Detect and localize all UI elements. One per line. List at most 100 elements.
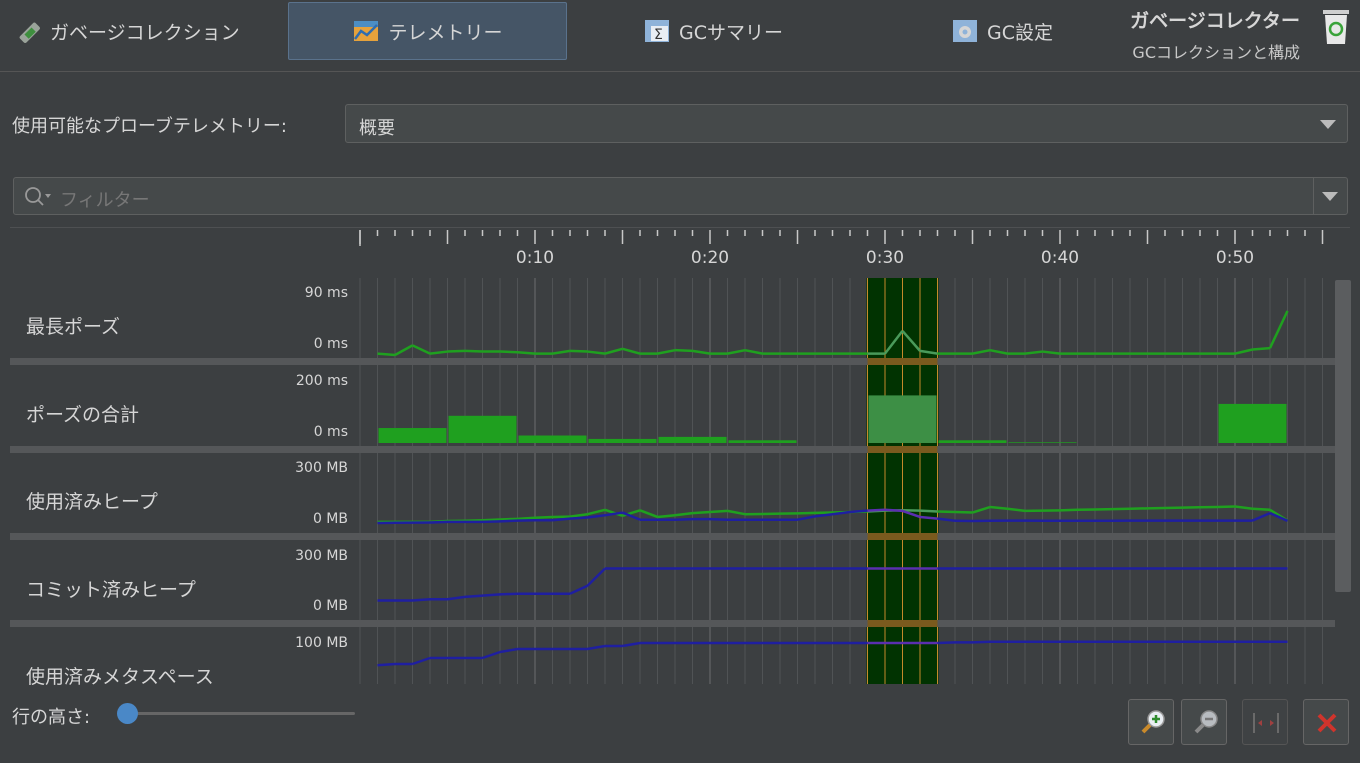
view-title: ガベージコレクター [1130,10,1300,32]
zoom-in-icon [1137,708,1167,742]
filter-field[interactable]: フィルター [13,177,1348,215]
series-segment [727,509,746,516]
row-scale-max: 100 MB [295,635,348,651]
series-segment [499,517,518,521]
series-segment [429,520,448,524]
series-segment [586,567,606,587]
series-segment [517,350,536,355]
garbage-collection-icon [14,17,42,45]
tab-garbage-collection[interactable]: ガベージコレクション [14,2,274,60]
series-segment [482,593,501,597]
row-height-slider-knob[interactable] [117,703,138,724]
zoom-in-button[interactable] [1128,699,1174,745]
pause-total-bar [658,436,727,443]
time-ruler-label: 0:10 [515,248,555,268]
series-segment [1059,508,1078,512]
recycle-bin-icon [1320,6,1352,46]
series-segment [744,348,763,355]
row-scale-max: 300 MB [295,460,348,476]
series-segment [587,508,606,516]
series-segment [622,347,641,355]
series-segment [849,509,868,514]
series-segment [954,510,973,514]
pause-total-bar [518,435,587,443]
row-separator[interactable] [10,358,1335,365]
view-tab-bar: ガベージコレクション テレメトリー Σ GCサマリー GC設定 ガベージコレクタ… [0,0,1360,72]
series-segment [989,348,1008,355]
row-height-label: 行の高さ: [12,707,91,728]
series-segment [937,641,956,645]
close-icon [1314,710,1340,740]
series-segment [657,514,676,519]
filter-history-dropdown-icon[interactable] [1322,192,1338,201]
fit-to-window-button[interactable] [1242,699,1288,745]
series-segment [587,350,606,355]
time-ruler-label: 0:30 [865,248,905,268]
time-ruler-label: 0:50 [1215,248,1255,268]
probe-label: 使用可能なプローブテレメトリー: [12,116,287,137]
series-segment [919,515,938,520]
tab-label: ガベージコレクション [50,21,240,44]
row-scale-max: 300 MB [295,548,348,564]
row-separator[interactable] [10,533,1335,540]
series-segment [587,514,606,519]
vertical-scrollbar-thumb[interactable] [1335,280,1351,592]
tab-gc-settings[interactable]: GC設定 [951,2,1081,60]
series-segment [482,520,501,524]
chevron-down-icon [1320,120,1336,129]
series-segment [412,656,431,666]
series-segment [429,350,448,355]
series-segment [674,517,693,521]
row-scale-max: 200 ms [295,373,348,389]
series-segment [989,505,1008,510]
gc-settings-icon [951,17,979,45]
series-segment [674,511,693,517]
series-segment [1234,348,1253,355]
row-scale-min: 0 MB [312,598,348,614]
row-scale-min: 0 ms [313,424,348,440]
series-segment [447,595,466,601]
row-scale-min: 0 MB [312,511,348,527]
row-scale-min: 0 ms [313,336,348,352]
series-segment [884,508,903,513]
close-button[interactable] [1303,699,1349,745]
row-separator[interactable] [10,620,1335,627]
series-segment [499,519,518,523]
series-segment [394,344,414,357]
tab-gc-summary[interactable]: Σ GCサマリー [643,2,813,60]
fit-width-icon [1251,708,1281,742]
pause-total-bar [868,395,937,443]
row-separator[interactable] [10,446,1335,453]
series-segment [377,352,396,357]
selection-separator-mark [867,446,938,453]
tab-label: GC設定 [987,21,1053,44]
series-segment [919,509,938,513]
pause-total-bar [588,438,657,443]
telemetry-chart[interactable] [0,228,1335,684]
series-segment [1252,511,1271,522]
pause-total-bar [938,440,1007,443]
search-icon [23,185,55,211]
row-scale-max: 90 ms [304,285,348,301]
series-segment [499,350,518,354]
series-segment [937,510,956,514]
probe-telemetry-select[interactable]: 概要 [345,104,1348,143]
series-segment [569,516,588,520]
pause-total-bar [728,440,797,443]
tab-telemetry[interactable]: テレメトリー [288,2,567,60]
row-height-slider[interactable] [126,712,355,715]
series-segment [604,347,623,355]
series-segment [1252,507,1271,512]
series-segment [534,515,553,519]
series-segment [709,517,728,521]
series-segment [377,662,396,667]
zoom-out-button[interactable] [1181,699,1227,745]
series-segment [1252,346,1271,351]
series-segment [412,598,431,602]
series-segment [447,349,466,353]
row-label: 最長ポーズ [26,316,121,338]
svg-text:Σ: Σ [654,27,663,43]
series-segment [657,348,676,355]
tab-label: テレメトリー [388,21,503,44]
pause-total-bar [1218,403,1287,443]
